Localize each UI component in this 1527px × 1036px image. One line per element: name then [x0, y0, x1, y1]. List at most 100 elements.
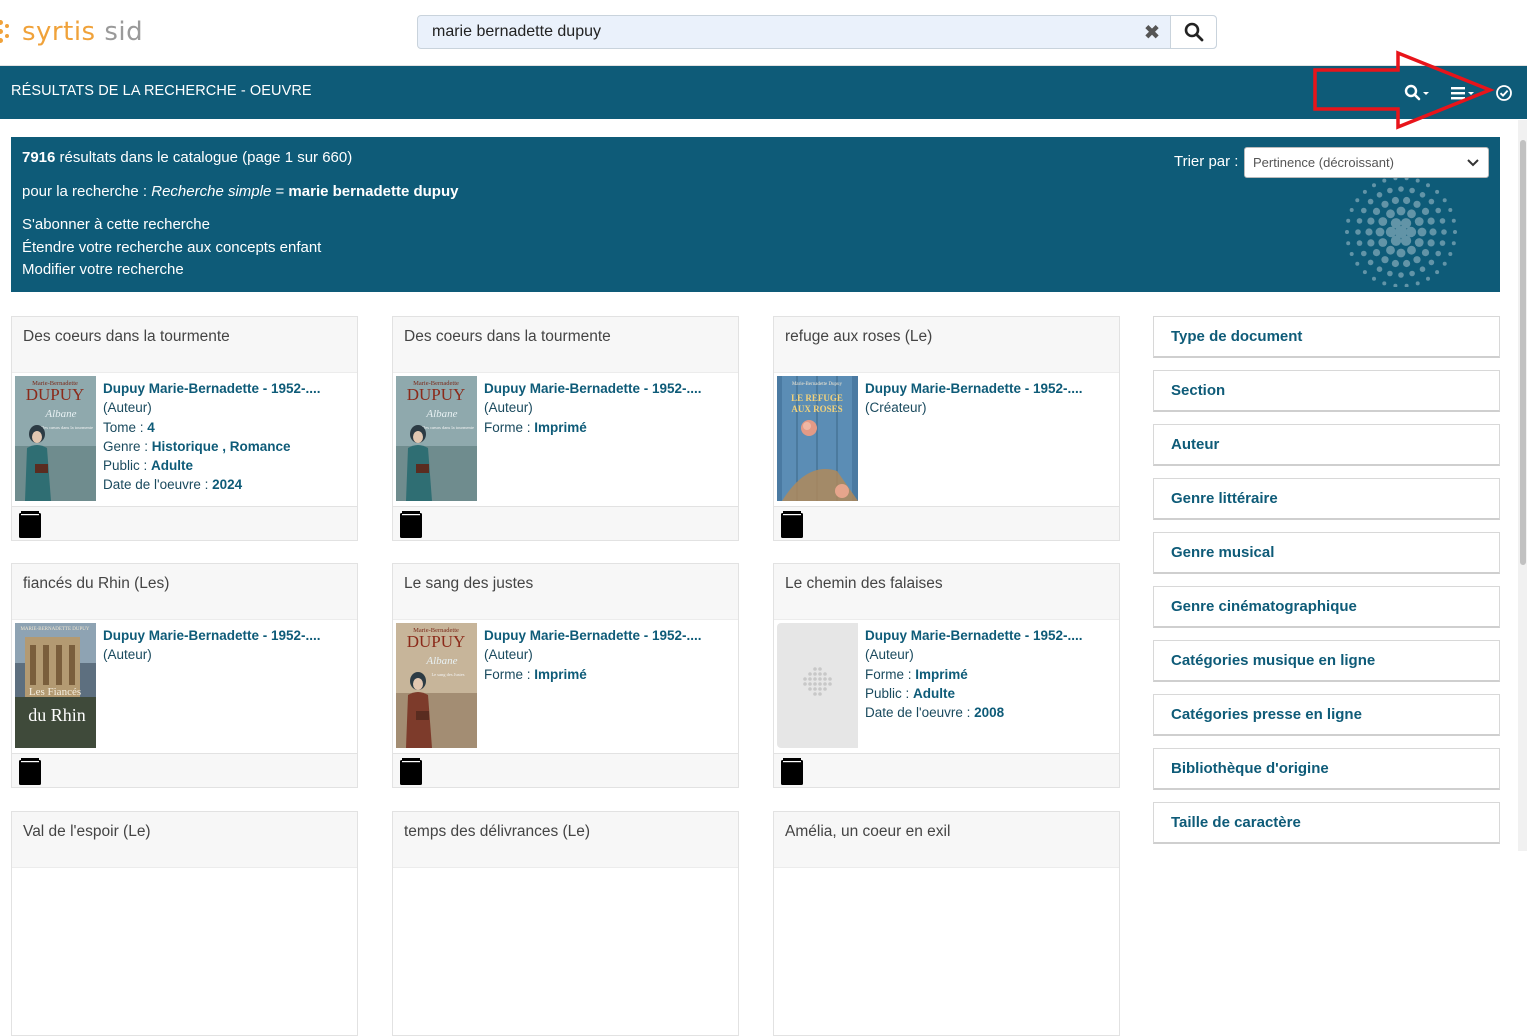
- facet-genre-musical[interactable]: Genre musical: [1153, 532, 1500, 574]
- svg-text:Albane: Albane: [425, 408, 457, 420]
- result-footer: [12, 753, 357, 787]
- result-card: fiancés du Rhin (Les) MARIE-BERNADETTE D…: [11, 563, 358, 788]
- result-card: Amélia, un coeur en exil: [773, 811, 1120, 1036]
- svg-text:DUPUY: DUPUY: [407, 385, 466, 404]
- author-link[interactable]: Dupuy Marie-Bernadette - 1952-....: [865, 379, 1115, 398]
- logo-text: syrtis sid: [22, 17, 144, 47]
- result-title[interactable]: Amélia, un coeur en exil: [774, 812, 1119, 868]
- result-body: Marie-Bernadette DUPUY Albane Le sang de…: [393, 620, 738, 754]
- book-icon[interactable]: [18, 757, 42, 785]
- clear-icon[interactable]: ✖: [1134, 16, 1170, 48]
- result-footer: [774, 753, 1119, 787]
- meta-field-label: Tome :: [103, 419, 148, 435]
- svg-text:Marie-Bernadette Dupuy: Marie-Bernadette Dupuy: [792, 382, 843, 387]
- result-footer: [393, 506, 738, 540]
- meta-field-label: Forme :: [484, 419, 535, 435]
- facet-categories-presse-en-ligne[interactable]: Catégories presse en ligne: [1153, 694, 1500, 736]
- book-cover[interactable]: Marie-Bernadette DUPUY Albane Le sang de…: [396, 623, 477, 748]
- meta-field-label: Date de l'oeuvre :: [865, 705, 975, 721]
- book-cover[interactable]: Marie-Bernadette DUPUY Albane Des cœurs …: [396, 376, 477, 501]
- result-count: 7916 résultats dans le catalogue (page 1…: [22, 149, 353, 166]
- book-cover[interactable]: [777, 623, 858, 748]
- meta-field-value: Adulte: [151, 458, 194, 474]
- book-icon[interactable]: [780, 510, 804, 538]
- book-icon[interactable]: [18, 510, 42, 538]
- facet-genre-litteraire[interactable]: Genre littéraire: [1153, 478, 1500, 520]
- book-icon[interactable]: [780, 757, 804, 785]
- svg-text:Albane: Albane: [44, 408, 76, 420]
- meta-field: Public : Adulte: [865, 684, 1115, 703]
- facet-type-de-document[interactable]: Type de document: [1153, 316, 1500, 358]
- check-circle-icon[interactable]: [1495, 82, 1513, 104]
- result-card: Le sang des justes Marie-Bernadette DUPU…: [392, 563, 739, 788]
- meta-field-value: Imprimé: [534, 666, 587, 682]
- book-icon[interactable]: [399, 757, 423, 785]
- author-link[interactable]: Dupuy Marie-Bernadette - 1952-....: [484, 626, 734, 645]
- search-button[interactable]: [1170, 16, 1216, 48]
- author-link[interactable]: Dupuy Marie-Bernadette - 1952-....: [103, 626, 353, 645]
- book-icon[interactable]: [399, 510, 423, 538]
- result-title[interactable]: Val de l'espoir (Le): [12, 812, 357, 868]
- svg-text:DUPUY: DUPUY: [26, 385, 85, 404]
- meta-field-label: Forme :: [484, 666, 535, 682]
- search-icon: [1184, 22, 1203, 42]
- meta-field-value: 4: [147, 419, 155, 435]
- facet-genre-cinematographique[interactable]: Genre cinématographique: [1153, 586, 1500, 628]
- facet-categories-musique-en-ligne[interactable]: Catégories musique en ligne: [1153, 640, 1500, 682]
- result-meta: Dupuy Marie-Bernadette - 1952-.... (Auteu…: [484, 379, 734, 437]
- svg-text:Des cœurs dans la tourmente: Des cœurs dans la tourmente: [41, 425, 93, 430]
- author-role: (Auteur): [103, 400, 152, 416]
- meta-field-value: 2024: [212, 477, 243, 493]
- top-bar: syrtis sid ✖: [0, 0, 1527, 66]
- sort-select[interactable]: Pertinence (décroissant): [1244, 147, 1489, 178]
- result-body: Marie-Bernadette DUPUY Albane Des cœurs …: [393, 373, 738, 507]
- meta-field-label: Genre :: [103, 438, 152, 454]
- svg-text:AUX ROSES: AUX ROSES: [791, 404, 842, 414]
- extend-search-link[interactable]: Étendre votre recherche aux concepts enf…: [22, 239, 321, 256]
- svg-text:Des cœurs dans la tourmente: Des cœurs dans la tourmente: [422, 425, 474, 430]
- result-title[interactable]: temps des délivrances (Le): [393, 812, 738, 868]
- book-cover[interactable]: MARIE-BERNADETTE DUPUY Les Fiancés du Rh…: [15, 623, 96, 748]
- logo-sun-icon: [0, 14, 14, 50]
- facet-section[interactable]: Section: [1153, 370, 1500, 412]
- meta-field-label: Date de l'oeuvre :: [103, 477, 213, 493]
- modify-search-link[interactable]: Modifier votre recherche: [22, 261, 184, 278]
- meta-field: Public : Adulte: [103, 456, 353, 475]
- result-body: Marie-Bernadette Dupuy LE REFUGE AUX ROS…: [774, 373, 1119, 507]
- author-link[interactable]: Dupuy Marie-Bernadette - 1952-....: [865, 626, 1115, 645]
- svg-text:Albane: Albane: [425, 655, 457, 667]
- sort-label: Trier par :: [1174, 153, 1239, 170]
- meta-field-value: Adulte: [913, 685, 956, 701]
- search-dropdown-icon[interactable]: [1404, 82, 1432, 104]
- svg-text:Le sang des Justes: Le sang des Justes: [431, 672, 464, 677]
- meta-field-label: Public :: [865, 685, 914, 701]
- list-menu-icon[interactable]: [1450, 82, 1478, 104]
- logo[interactable]: syrtis sid: [0, 14, 143, 50]
- scrollbar-thumb[interactable]: [1520, 140, 1526, 565]
- result-title[interactable]: refuge aux roses (Le): [774, 317, 1119, 373]
- search-input[interactable]: [418, 16, 1134, 48]
- author-link[interactable]: Dupuy Marie-Bernadette - 1952-....: [484, 379, 734, 398]
- result-title[interactable]: fiancés du Rhin (Les): [12, 564, 357, 620]
- svg-text:Les Fiancés: Les Fiancés: [29, 686, 81, 698]
- author-role: (Auteur): [484, 400, 533, 416]
- author-role: (Créateur): [865, 400, 927, 416]
- result-title[interactable]: Le chemin des falaises: [774, 564, 1119, 620]
- author-role: (Auteur): [484, 647, 533, 663]
- results-header: RÉSULTATS DE LA RECHERCHE - OEUVRE: [0, 66, 1527, 119]
- book-cover[interactable]: Marie-Bernadette DUPUY Albane Des cœurs …: [15, 376, 96, 501]
- svg-text:LE REFUGE: LE REFUGE: [791, 393, 843, 403]
- subscribe-link[interactable]: S'abonner à cette recherche: [22, 216, 210, 233]
- author-link[interactable]: Dupuy Marie-Bernadette - 1952-....: [103, 379, 353, 398]
- result-meta: Dupuy Marie-Bernadette - 1952-.... (Auteu…: [103, 379, 353, 495]
- result-title[interactable]: Des coeurs dans la tourmente: [393, 317, 738, 373]
- book-cover[interactable]: Marie-Bernadette Dupuy LE REFUGE AUX ROS…: [777, 376, 858, 501]
- facet-bibliotheque-d-origine[interactable]: Bibliothèque d'origine: [1153, 748, 1500, 790]
- page-title: RÉSULTATS DE LA RECHERCHE - OEUVRE: [11, 83, 312, 99]
- facet-taille-de-caractere[interactable]: Taille de caractère: [1153, 802, 1500, 844]
- meta-field: Tome : 4: [103, 418, 353, 437]
- result-title[interactable]: Des coeurs dans la tourmente: [12, 317, 357, 373]
- result-title[interactable]: Le sang des justes: [393, 564, 738, 620]
- author-role: (Auteur): [103, 647, 152, 663]
- facet-auteur[interactable]: Auteur: [1153, 424, 1500, 466]
